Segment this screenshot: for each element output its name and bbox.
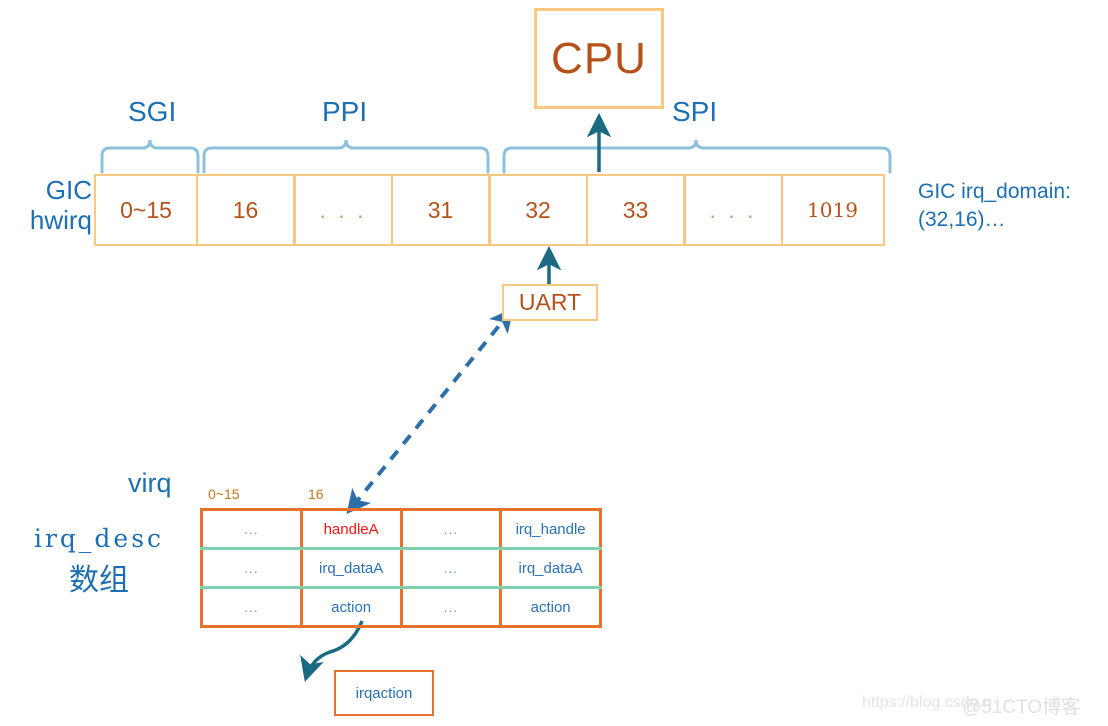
irq-desc-cell-r2-c3: action — [499, 586, 602, 628]
virq-column-index-0: 0~15 — [208, 486, 240, 502]
brace-spi — [502, 139, 892, 174]
irq-desc-table: ... handleA... irq_handle... irq_dataA... ir… — [200, 508, 602, 628]
cpu-label: CPU — [551, 33, 647, 83]
diagram-canvas: CPU SGI PPI SPI GIC hwirq 0~15 16 . . . … — [0, 0, 1108, 726]
irq-desc-cell-r0-c0: ... — [200, 508, 303, 550]
irq-desc-row: ... action... action — [200, 586, 602, 628]
virq-column-index-1: 16 — [308, 486, 324, 502]
irq-desc-cell-r0-c3: irq_handle — [499, 508, 602, 550]
cpu-box: CPU — [534, 8, 664, 109]
irq-desc-cell-r1-c0: ... — [200, 547, 303, 589]
irq-desc-cell-r0-c1: handleA — [299, 508, 403, 550]
gic-irq-domain-note: GIC irq_domain: (32,16)… — [918, 180, 1071, 232]
brace-sgi — [100, 139, 200, 174]
irq-desc-cell-r1-c1: irq_dataA — [299, 547, 403, 589]
irq-desc-cell-r0-c2: ... — [399, 508, 503, 550]
hwirq-cell-0: 0~15 — [94, 174, 198, 246]
uart-label: UART — [518, 289, 582, 315]
irq-desc-row: ... handleA... irq_handle — [200, 508, 602, 550]
irqaction-label: irqaction — [355, 684, 413, 702]
irq-desc-cell-r1-c3: irq_dataA — [499, 547, 602, 589]
irq-desc-cell-r1-c2: ... — [399, 547, 503, 589]
hwirq-cell-4: 32 — [488, 174, 588, 246]
irqaction-box: irqaction — [334, 670, 434, 716]
irq-desc-cell-r2-c2: ... — [399, 586, 503, 628]
gic-hwirq-label-line1: GIC — [45, 175, 92, 205]
irq-desc-cell-r2-c1: action — [299, 586, 403, 628]
group-label-sgi: SGI — [128, 96, 177, 127]
group-label-spi: SPI — [672, 96, 718, 127]
irq-desc-table-body: ... handleA... irq_handle... irq_dataA... ir… — [200, 508, 602, 628]
hwirq-cell-7: 1019 — [780, 174, 885, 246]
irq-desc-row: ... irq_dataA... irq_dataA — [200, 547, 602, 589]
hwirq-cell-3: 31 — [390, 174, 491, 246]
irq-desc-label-line1: irq_desc — [33, 524, 165, 553]
hwirq-cell-5: 33 — [585, 174, 686, 246]
hwirq-cell-row: 0~15 16. . . 31 32 33. . . 1019 — [94, 174, 885, 246]
hwirq-cell-1: 16 — [195, 174, 296, 246]
watermark-brand: @51CTO博客 — [962, 697, 1081, 718]
irq-desc-cell-r2-c0: ... — [200, 586, 303, 628]
gic-hwirq-label-line2: hwirq — [29, 204, 92, 235]
uart-box: UART — [502, 284, 598, 321]
hwirq-cell-6: . . . — [683, 174, 783, 246]
virq-label: virq — [128, 468, 172, 498]
gic-hwirq-label: GIC hwirq — [10, 175, 92, 236]
irq-desc-label-line2: 数组 — [69, 564, 129, 597]
hwirq-cell-2: . . . — [293, 174, 393, 246]
brace-ppi — [202, 139, 490, 174]
group-label-ppi: PPI — [322, 96, 368, 127]
arrow-hwirq-virq-mapping — [346, 307, 514, 515]
